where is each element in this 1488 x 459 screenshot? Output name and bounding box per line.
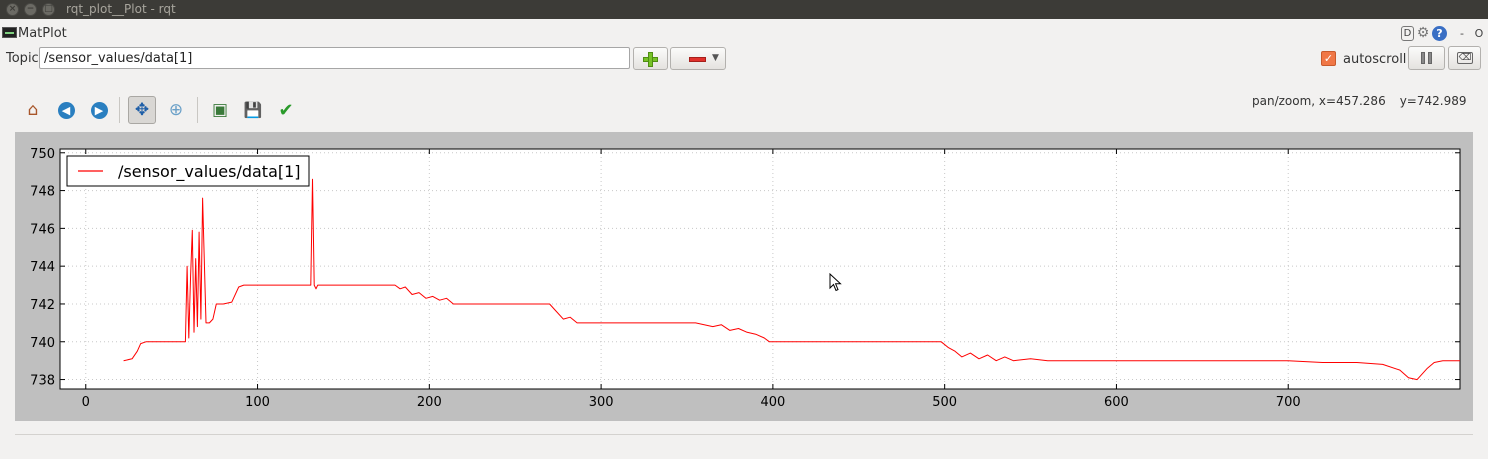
matplot-plugin-icon [2, 27, 17, 38]
plugin-header: MatPlot D ⚙ ? - O [0, 24, 1488, 44]
x-tick-label: 700 [1276, 395, 1301, 410]
forward-button[interactable]: ▶ [85, 96, 113, 124]
save-button[interactable]: 💾 [239, 96, 267, 124]
y-tick-label: 738 [30, 374, 55, 389]
subplots-icon: ▣ [211, 100, 229, 120]
y-tick-label: 750 [30, 147, 55, 162]
clear-icon: ⌫ [1457, 52, 1473, 64]
y-tick-label: 742 [30, 298, 55, 313]
checkmark-icon: ✔ [278, 99, 294, 121]
window-maximize-button[interactable]: □ [42, 3, 55, 16]
window-minimize-button[interactable]: − [24, 3, 37, 16]
toolbar-separator [197, 97, 198, 123]
mouse-cursor-icon [829, 273, 842, 292]
topic-input[interactable] [39, 47, 630, 69]
pause-icon [1421, 52, 1425, 64]
plugin-gear-icon[interactable]: ⚙ [1416, 26, 1430, 41]
x-tick-label: 500 [932, 395, 957, 410]
plugin-minimize-button[interactable]: - [1457, 26, 1467, 41]
y-tick-label: 746 [30, 222, 55, 237]
coordinate-status: pan/zoom, x=457.286 y=742.989 [1252, 94, 1466, 108]
plugin-title: MatPlot [18, 26, 67, 41]
autoscroll-label: autoscroll [1343, 52, 1407, 67]
pan-icon: ✥ [134, 100, 150, 120]
back-arrow-icon: ◀ [57, 101, 75, 119]
x-tick-label: 200 [417, 395, 442, 410]
minus-icon [689, 57, 706, 62]
apply-button[interactable]: ✔ [272, 96, 300, 124]
status-mode-x: pan/zoom, x=457.286 [1252, 94, 1386, 108]
back-button[interactable]: ◀ [52, 96, 80, 124]
toolbar-separator [119, 97, 120, 123]
status-divider [15, 434, 1473, 435]
subplots-button[interactable]: ▣ [206, 96, 234, 124]
pause-button[interactable] [1408, 46, 1445, 70]
zoom-icon: ⊕ [168, 100, 184, 120]
autoscroll-checkbox[interactable]: ✓ [1321, 51, 1336, 66]
x-tick-label: 300 [589, 395, 614, 410]
legend-label: /sensor_values/data[1] [118, 162, 301, 182]
window-close-button[interactable]: × [6, 3, 19, 16]
home-button[interactable]: ⌂ [19, 96, 47, 124]
x-tick-label: 400 [760, 395, 785, 410]
clear-button[interactable]: ⌫ [1448, 46, 1481, 70]
add-topic-button[interactable] [633, 47, 668, 70]
remove-topic-button[interactable]: ▼ [670, 47, 726, 70]
window-title: rqt_plot__Plot - rqt [66, 2, 176, 16]
x-tick-label: 0 [82, 395, 90, 410]
plus-icon-vertical [648, 52, 653, 67]
pan-button[interactable]: ✥ [128, 96, 156, 124]
y-tick-label: 744 [30, 260, 55, 275]
home-icon: ⌂ [27, 100, 39, 120]
chevron-down-icon: ▼ [712, 53, 719, 63]
pause-icon-bar [1428, 52, 1432, 64]
topic-label: Topic [6, 51, 39, 66]
y-tick-label: 740 [30, 336, 55, 351]
x-tick-label: 100 [245, 395, 270, 410]
forward-arrow-icon: ▶ [90, 101, 108, 119]
save-icon: 💾 [243, 101, 263, 119]
plot-legend: /sensor_values/data[1] [66, 155, 310, 187]
x-tick-label: 600 [1104, 395, 1129, 410]
y-tick-label: 748 [30, 185, 55, 200]
plot-canvas[interactable]: 0 100 200 300 400 500 600 700 738 740 742 744 746 748… [15, 132, 1473, 421]
plugin-d-button[interactable]: D [1401, 26, 1414, 41]
plugin-help-icon[interactable]: ? [1432, 26, 1447, 41]
plugin-close-button[interactable]: O [1473, 26, 1485, 41]
zoom-button[interactable]: ⊕ [162, 96, 190, 124]
window-titlebar: × − □ rqt_plot__Plot - rqt [0, 0, 1488, 19]
status-y: y=742.989 [1399, 94, 1467, 108]
